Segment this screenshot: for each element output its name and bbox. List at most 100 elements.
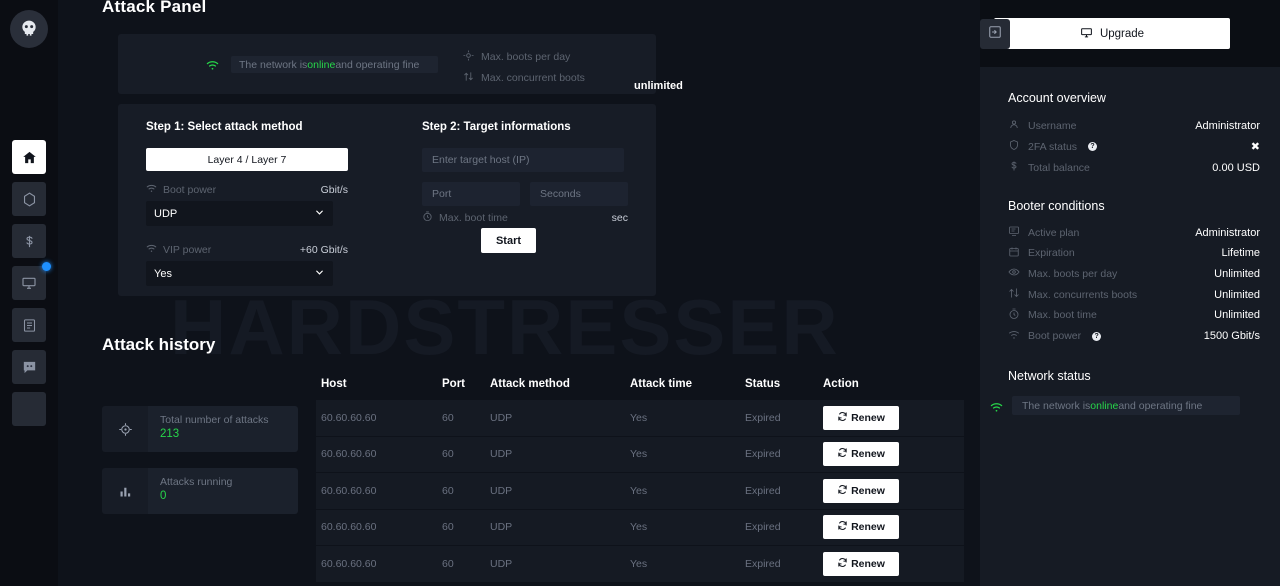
discord-icon bbox=[21, 359, 38, 376]
clock-icon bbox=[422, 211, 433, 225]
step2-heading: Step 2: Target informations bbox=[422, 121, 571, 133]
col-attack-time: Attack time bbox=[630, 378, 745, 390]
hexagon-icon bbox=[21, 191, 38, 208]
info-value: Unlimited bbox=[1214, 289, 1260, 301]
sidebar-item-attack-hub[interactable] bbox=[12, 182, 46, 216]
sidebar-item-plans[interactable] bbox=[12, 266, 46, 300]
refresh-icon bbox=[837, 411, 848, 425]
sidebar-item-docs[interactable] bbox=[12, 308, 46, 342]
attack-history-table: Host Port Attack method Attack time Stat… bbox=[316, 368, 964, 583]
wifi-icon bbox=[146, 184, 157, 196]
info-label: Max. boot time bbox=[1028, 309, 1097, 321]
renew-button[interactable]: Renew bbox=[823, 442, 899, 466]
cell-attack-method: UDP bbox=[490, 521, 630, 533]
wifi-icon bbox=[1008, 329, 1020, 344]
user-icon bbox=[1008, 118, 1020, 133]
crosshair-icon bbox=[102, 406, 148, 452]
arrows-icon bbox=[1008, 287, 1020, 302]
info-value: Lifetime bbox=[1221, 247, 1260, 259]
table-row: 60.60.60.6060UDPYesExpiredRenew bbox=[316, 473, 964, 510]
account-overview-title: Account overview bbox=[1008, 91, 1106, 105]
vip-power-selected: Yes bbox=[154, 268, 172, 280]
right-panel-topbar: Upgrade bbox=[980, 0, 1280, 67]
info-value: 0.00 USD bbox=[1212, 162, 1260, 174]
col-attack-method: Attack method bbox=[490, 378, 630, 390]
refresh-icon bbox=[837, 520, 848, 534]
monitor-icon bbox=[1080, 26, 1093, 42]
right-panel: Upgrade Account overview UsernameAdminis… bbox=[980, 0, 1280, 586]
info-row: Total balance0.00 USD bbox=[1008, 160, 1260, 175]
left-sidebar bbox=[0, 0, 58, 586]
cell-action: Renew bbox=[823, 552, 964, 576]
renew-button[interactable]: Renew bbox=[823, 479, 899, 503]
info-label: Expiration bbox=[1028, 247, 1075, 259]
sidebar-item-billing[interactable] bbox=[12, 224, 46, 258]
refresh-icon bbox=[837, 484, 848, 498]
vip-power-row: VIP power +60 Gbit/s bbox=[146, 244, 348, 256]
stat-value: 213 bbox=[160, 427, 298, 442]
max-boot-time-label: Max. boot time bbox=[439, 212, 508, 224]
arrows-icon bbox=[463, 71, 474, 85]
upgrade-button[interactable]: Upgrade bbox=[994, 18, 1230, 49]
network-suffix: and operating fine bbox=[335, 59, 419, 71]
chevron-down-icon bbox=[314, 207, 325, 221]
info-row: Expiration Lifetime bbox=[1008, 246, 1260, 261]
max-boot-time-unit: sec bbox=[612, 212, 628, 224]
eye-icon bbox=[1008, 266, 1020, 281]
stat-label: Total number of attacks bbox=[160, 413, 298, 427]
start-attack-button[interactable]: Start bbox=[481, 228, 536, 253]
vip-power-select[interactable]: Yes bbox=[146, 261, 333, 286]
renew-button[interactable]: Renew bbox=[823, 552, 899, 576]
cell-attack-method: UDP bbox=[490, 412, 630, 424]
plan-icon bbox=[1008, 225, 1020, 240]
attack-method-value: UDP bbox=[154, 208, 177, 220]
attack-method-select[interactable]: UDP bbox=[146, 201, 333, 226]
info-label: Boot power bbox=[1028, 330, 1081, 342]
calendar-icon bbox=[1008, 246, 1020, 261]
skull-logo-icon[interactable] bbox=[10, 10, 48, 48]
wifi-icon bbox=[990, 400, 1003, 418]
monitor-icon bbox=[21, 275, 37, 291]
sidebar-item-discord[interactable] bbox=[12, 350, 46, 384]
network-status-title: Network status bbox=[1008, 369, 1091, 383]
bar-chart-icon bbox=[102, 468, 148, 514]
renew-button[interactable]: Renew bbox=[823, 515, 899, 539]
help-icon[interactable]: ? bbox=[1088, 142, 1097, 151]
cell-attack-method: UDP bbox=[490, 448, 630, 460]
network-status-pill: The network is online and operating fine bbox=[1012, 396, 1240, 415]
cell-action: Renew bbox=[823, 479, 964, 503]
col-status: Status bbox=[745, 378, 823, 390]
cell-port: 60 bbox=[442, 412, 490, 424]
vip-power-value: +60 Gbit/s bbox=[300, 244, 348, 256]
layer-toggle-button[interactable]: Layer 4 / Layer 7 bbox=[146, 148, 348, 171]
cell-action: Renew bbox=[823, 515, 964, 539]
info-value: Administrator bbox=[1195, 227, 1260, 239]
boot-power-unit: Gbit/s bbox=[321, 184, 348, 196]
help-icon[interactable]: ? bbox=[1092, 332, 1101, 341]
info-value: Unlimited bbox=[1214, 309, 1260, 321]
network-prefix: The network is bbox=[1022, 400, 1090, 412]
target-icon bbox=[463, 50, 474, 64]
target-port-input[interactable]: Port bbox=[422, 182, 520, 206]
renew-button[interactable]: Renew bbox=[823, 406, 899, 430]
target-host-input[interactable]: Enter target host (IP) bbox=[422, 148, 624, 172]
stat-card-attacks-running: Attacks running 0 bbox=[102, 468, 298, 514]
home-icon bbox=[22, 150, 37, 165]
chevron-down-icon bbox=[314, 267, 325, 281]
renew-label: Renew bbox=[851, 485, 885, 497]
sidebar-item-more[interactable] bbox=[12, 392, 46, 426]
notification-badge-dot bbox=[42, 262, 51, 271]
max-concurrent-boots-label: Max. concurrent boots bbox=[481, 72, 585, 84]
logout-button[interactable] bbox=[980, 19, 1010, 49]
info-row: UsernameAdministrator bbox=[1008, 118, 1260, 133]
boot-power-row: Boot power Gbit/s bbox=[146, 184, 348, 196]
target-seconds-input[interactable]: Seconds bbox=[530, 182, 628, 206]
info-row: Max. boot time Unlimited bbox=[1008, 308, 1260, 323]
cell-attack-time: Yes bbox=[630, 412, 745, 424]
cell-host: 60.60.60.60 bbox=[316, 558, 442, 570]
info-row: Max. boots per dayUnlimited bbox=[1008, 266, 1260, 281]
cell-status: Expired bbox=[745, 448, 823, 460]
cell-attack-time: Yes bbox=[630, 448, 745, 460]
cell-host: 60.60.60.60 bbox=[316, 521, 442, 533]
sidebar-item-home[interactable] bbox=[12, 140, 46, 174]
